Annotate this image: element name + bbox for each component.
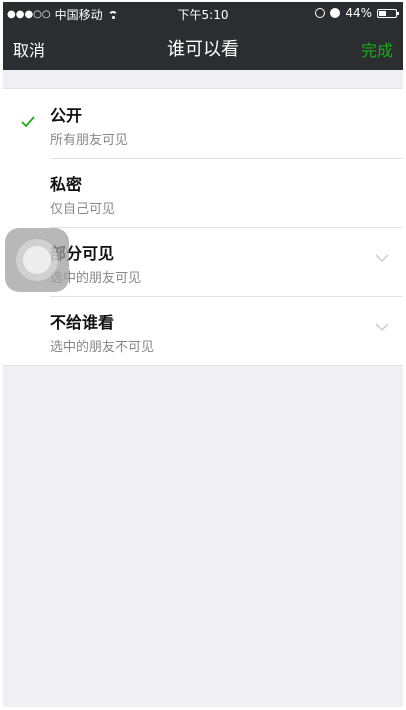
alarm-icon xyxy=(330,8,341,18)
chevron-down-icon xyxy=(375,323,389,331)
option-title: 不给谁看 xyxy=(50,313,115,332)
option-public[interactable]: 公开 所有朋友可见 xyxy=(3,89,403,158)
option-subtitle: 选中的朋友不可见 xyxy=(50,340,155,355)
option-subtitle: 仅自己可见 xyxy=(50,202,116,217)
status-right: 44% xyxy=(315,6,399,20)
battery-fill xyxy=(379,10,387,16)
status-bar: ●●●○○ 中国移动 下午5:10 44% xyxy=(3,2,403,24)
done-button[interactable]: 完成 xyxy=(361,37,393,61)
assistive-touch-core xyxy=(23,246,51,274)
option-title: 公开 xyxy=(50,106,83,125)
navigation-bar: 取消 谁可以看 完成 xyxy=(3,24,403,70)
option-private[interactable]: 私密 仅自己可见 xyxy=(3,158,403,227)
visibility-options-list: 公开 所有朋友可见 私密 仅自己可见 部分可见 选中的朋友可见 不给谁看 选中的… xyxy=(3,88,403,366)
option-hide-from[interactable]: 不给谁看 选中的朋友不可见 xyxy=(3,296,403,365)
check-icon xyxy=(21,116,35,128)
page-title: 谁可以看 xyxy=(167,39,239,60)
phone-screen: ●●●○○ 中国移动 下午5:10 44% 取消 谁可以看 完成 公开 所有朋友… xyxy=(3,2,403,707)
option-title: 私密 xyxy=(50,175,83,194)
option-subtitle: 所有朋友可见 xyxy=(50,133,129,148)
battery-percent: 44% xyxy=(345,6,372,20)
battery-icon xyxy=(377,8,399,18)
chevron-down-icon xyxy=(375,254,389,262)
assistive-touch-button[interactable] xyxy=(5,228,69,292)
orientation-lock-icon xyxy=(315,8,326,18)
